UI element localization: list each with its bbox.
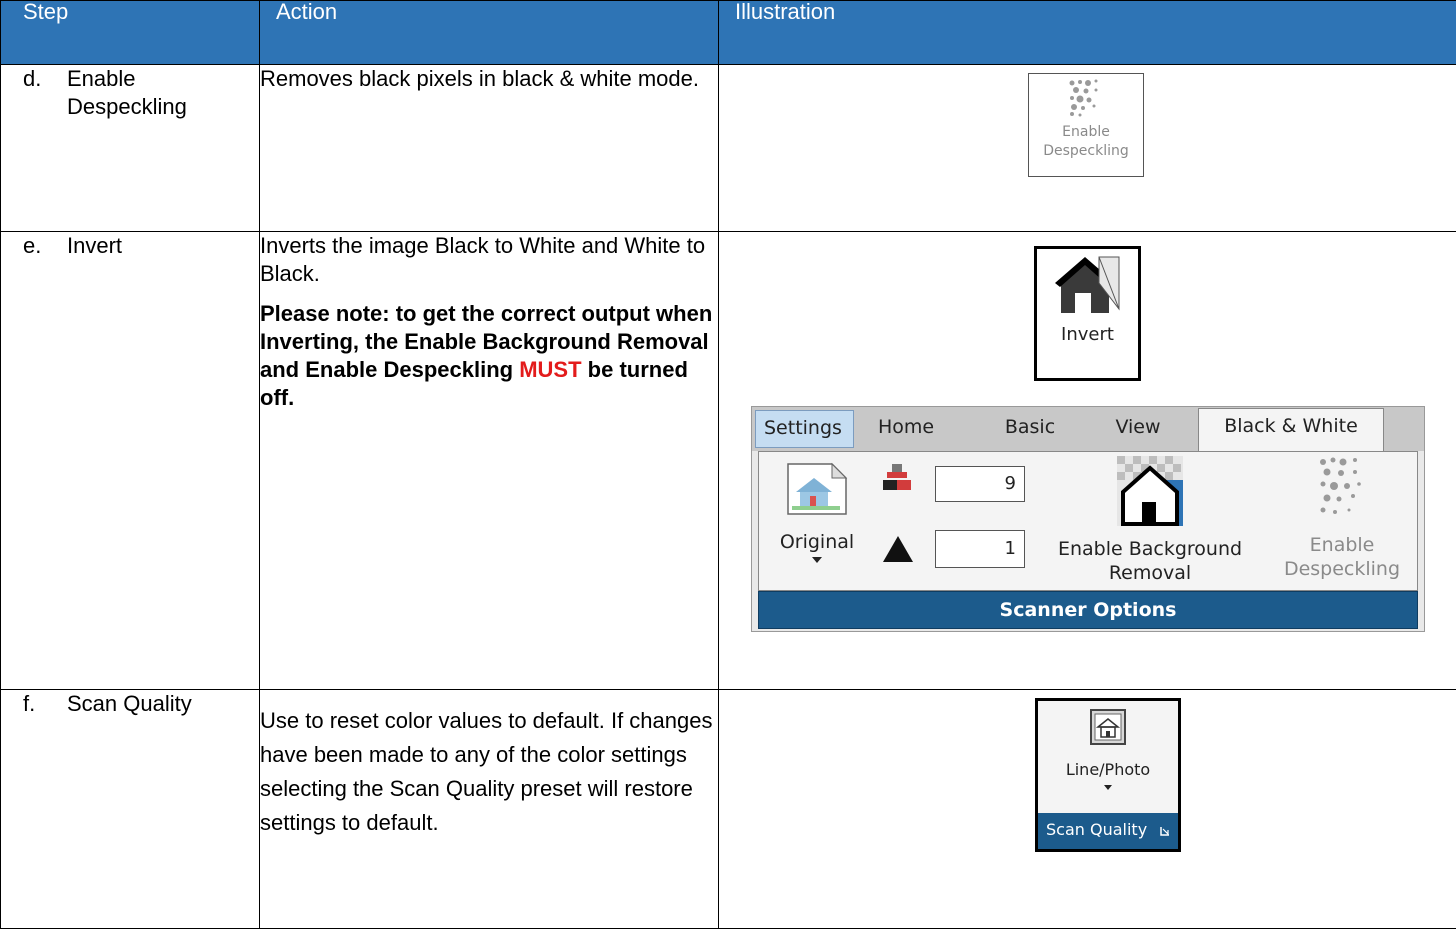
despeckle-icon — [1317, 456, 1367, 522]
table-header-row: Step Action Illustration — [1, 1, 1456, 65]
step-letter: e. — [1, 232, 67, 260]
despeckling-button[interactable]: Enable Despeckling — [1277, 456, 1407, 590]
table-row: e. Invert Inverts the image Black to Whi… — [1, 232, 1456, 690]
original-label: Original — [779, 531, 855, 553]
tab-black-white[interactable]: Black & White — [1198, 408, 1384, 452]
header-action: Action — [260, 1, 719, 65]
background-removal-icon — [1117, 456, 1183, 526]
illustration-cell: Invert Settings Home Basic View Black & … — [719, 232, 1456, 690]
contrast-input[interactable]: 1 — [935, 530, 1025, 568]
tab-label: Settings — [764, 417, 842, 439]
despeckling-label-2: Despeckling — [1277, 557, 1407, 581]
action-text: Use to reset color values to default. If… — [260, 704, 718, 840]
tab-home[interactable]: Home — [856, 410, 956, 448]
group-label-text: Scanner Options — [1000, 599, 1177, 621]
step-cell: e. Invert — [1, 232, 260, 690]
action-cell: Use to reset color values to default. If… — [260, 690, 719, 929]
action-text: Inverts the image Black to White and Whi… — [260, 232, 718, 288]
step-letter: f. — [1, 690, 67, 718]
header-step: Step — [1, 1, 260, 65]
scanner-options-label: Scanner Options — [758, 591, 1418, 629]
threshold-input[interactable]: 9 — [935, 466, 1025, 502]
step-cell: d. Enable Despeckling — [1, 65, 260, 232]
tab-label: View — [1115, 416, 1160, 438]
illustration-cell: Line/Photo Scan Quality — [719, 690, 1456, 929]
ribbon-body: Original 9 — [758, 451, 1418, 591]
invert-label: Invert — [1037, 324, 1138, 345]
background-removal-button[interactable]: Enable Background Removal — [1045, 456, 1255, 590]
chevron-down-icon — [812, 557, 822, 563]
ribbon-screenshot: Settings Home Basic View Black & White — [751, 406, 1425, 632]
table-row: f. Scan Quality Use to reset color value… — [1, 690, 1456, 929]
table-row: d. Enable Despeckling Removes black pixe… — [1, 65, 1456, 232]
dialog-launcher-icon[interactable] — [1160, 826, 1170, 836]
header-illustration: Illustration — [719, 1, 1456, 65]
contrast-value: 1 — [1005, 538, 1016, 559]
despeckle-icon — [1066, 78, 1106, 118]
line-photo-icon — [1090, 709, 1126, 745]
tab-label: Home — [878, 416, 934, 438]
step-letter: d. — [1, 65, 67, 93]
must-text: MUST — [519, 357, 581, 382]
invert-house-icon — [1053, 253, 1123, 317]
invert-button[interactable]: Invert — [1034, 246, 1141, 381]
action-note: Please note: to get the correct output w… — [260, 300, 718, 412]
action-cell: Inverts the image Black to White and Whi… — [260, 232, 719, 690]
threshold-icon — [883, 464, 911, 494]
threshold-value: 9 — [1005, 473, 1016, 494]
despeckle-label-1: Enable — [1029, 123, 1143, 142]
step-cell: f. Scan Quality — [1, 690, 260, 929]
tab-label: Black & White — [1224, 415, 1358, 437]
background-removal-label-1: Enable Background — [1045, 537, 1255, 561]
chevron-down-icon — [1104, 785, 1112, 790]
despeckle-button[interactable]: Enable Despeckling — [1028, 73, 1144, 177]
despeckle-label-2: Despeckling — [1029, 142, 1143, 161]
tab-label: Basic — [1005, 416, 1055, 438]
tab-view[interactable]: View — [1088, 410, 1188, 448]
scan-quality-widget[interactable]: Line/Photo Scan Quality — [1035, 698, 1181, 852]
background-removal-label-2: Removal — [1045, 561, 1255, 585]
illustration-cell: Enable Despeckling — [719, 65, 1456, 232]
tab-settings[interactable]: Settings — [755, 410, 854, 448]
line-photo-label: Line/Photo — [1038, 760, 1178, 779]
original-button[interactable]: Original — [779, 462, 855, 590]
action-text: Removes black pixels in black & white mo… — [260, 65, 718, 93]
scan-quality-group-label: Scan Quality — [1038, 813, 1178, 849]
action-cell: Removes black pixels in black & white mo… — [260, 65, 719, 232]
contrast-icon — [883, 536, 913, 562]
original-icon — [786, 462, 848, 516]
instruction-table: Step Action Illustration d. Enable Despe… — [0, 0, 1456, 929]
scan-quality-text: Scan Quality — [1046, 820, 1147, 839]
tab-basic[interactable]: Basic — [980, 410, 1080, 448]
despeckling-label-1: Enable — [1277, 533, 1407, 557]
ribbon-tabs: Settings Home Basic View Black & White — [752, 407, 1424, 451]
